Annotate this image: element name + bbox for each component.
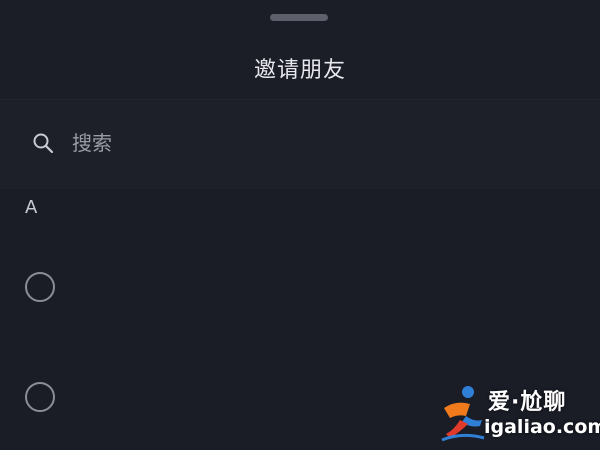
search-icon: [33, 133, 54, 154]
page-title: 邀请朋友: [253, 58, 346, 83]
sheet-header: 邀请朋友: [0, 0, 600, 100]
radio-unchecked-icon[interactable]: [25, 382, 55, 412]
runner-logo-icon: [441, 386, 485, 442]
drag-handle[interactable]: [270, 14, 328, 21]
watermark-url: igaliao.com: [484, 416, 600, 438]
watermark: 爱·尬聊 igaliao.com: [432, 378, 600, 450]
search-input[interactable]: [72, 125, 552, 161]
section-header-a: A: [25, 197, 38, 218]
radio-unchecked-icon[interactable]: [25, 272, 55, 302]
search-bar[interactable]: [0, 101, 600, 189]
invite-friends-sheet: 邀请朋友 A 爱·尬聊 igaliao.com: [0, 0, 600, 450]
list-item[interactable]: [0, 232, 600, 342]
watermark-brand: 爱·尬聊: [488, 390, 567, 415]
